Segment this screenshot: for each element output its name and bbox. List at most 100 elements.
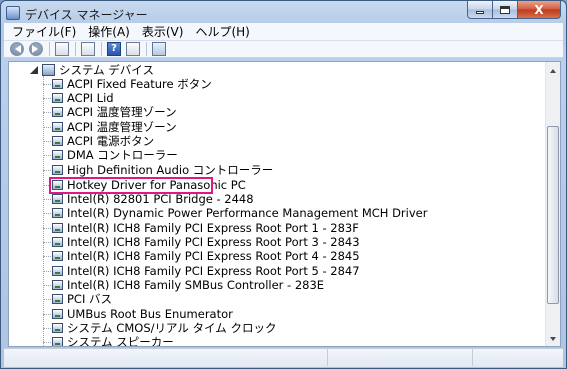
title-bar[interactable]: デバイス マネージャー X	[1, 1, 566, 25]
device-icon	[52, 93, 63, 103]
view-icon[interactable]	[81, 42, 95, 56]
system-devices-icon	[42, 64, 55, 76]
tree-branch-line	[43, 314, 51, 315]
tree-item[interactable]: ACPI 温度管理ゾーン	[9, 105, 546, 119]
update-driver-icon[interactable]	[126, 42, 140, 56]
device-icon	[52, 79, 63, 89]
toolbar-separator	[146, 42, 147, 56]
device-icon	[52, 136, 63, 146]
tree-branch-line	[43, 155, 51, 156]
tree-item-label: Intel(R) ICH8 Family SMBus Controller - …	[67, 278, 325, 292]
tree-item[interactable]: UMBus Root Bus Enumerator	[9, 307, 546, 321]
menu-bar: ファイル(F) 操作(A) 表示(V) ヘルプ(H)	[4, 23, 563, 41]
maximize-icon	[500, 5, 510, 14]
device-icon	[52, 150, 63, 160]
tree-node-label: システム デバイス	[59, 63, 154, 77]
device-icon	[52, 208, 63, 218]
tree-item-label: Intel(R) ICH8 Family PCI Express Root Po…	[67, 264, 360, 278]
tree-item[interactable]: Intel(R) ICH8 Family PCI Express Root Po…	[9, 235, 546, 249]
menu-file[interactable]: ファイル(F)	[4, 23, 82, 40]
status-pane	[328, 349, 473, 366]
tree-item[interactable]: Intel(R) ICH8 Family SMBus Controller - …	[9, 278, 546, 292]
device-icon	[52, 266, 63, 276]
device-icon	[52, 237, 63, 247]
device-icon	[52, 280, 63, 290]
tree-node-system-devices[interactable]: システム デバイス	[9, 63, 546, 77]
menu-view[interactable]: 表示(V)	[136, 23, 190, 40]
status-pane	[473, 349, 563, 366]
device-icon	[52, 107, 63, 117]
scroll-down-icon[interactable]	[547, 331, 560, 345]
vertical-scrollbar[interactable]	[545, 62, 560, 346]
tree-branch-line	[43, 213, 51, 214]
tree-item-label: Intel(R) ICH8 Family PCI Express Root Po…	[67, 249, 360, 263]
toolbar-separator	[49, 42, 50, 56]
close-button[interactable]: X	[518, 1, 561, 19]
tree-item[interactable]: ACPI 電源ボタン	[9, 134, 546, 148]
menu-help[interactable]: ヘルプ(H)	[189, 23, 255, 40]
tree-item-label: Intel(R) ICH8 Family PCI Express Root Po…	[67, 221, 359, 235]
tree-item[interactable]: Intel(R) Dynamic Power Performance Manag…	[9, 206, 546, 220]
tree-item[interactable]: ACPI 温度管理ゾーン	[9, 120, 546, 134]
tree-item[interactable]: Intel(R) ICH8 Family PCI Express Root Po…	[9, 221, 546, 235]
device-icon	[52, 251, 63, 261]
tree-item[interactable]: Intel(R) 82801 PCI Bridge - 2448	[9, 192, 546, 206]
tree-item[interactable]: システム CMOS/リアル タイム クロック	[9, 321, 546, 335]
tree-branch-line	[43, 98, 51, 99]
tree-branch-line	[43, 271, 51, 272]
device-icon	[52, 337, 63, 346]
highlight-box	[49, 177, 213, 194]
properties-icon[interactable]	[55, 42, 69, 56]
tree-item[interactable]: High Definition Audio コントローラー	[9, 163, 546, 177]
maximize-button[interactable]	[493, 1, 518, 19]
collapse-arrow-icon[interactable]	[30, 66, 38, 74]
tree-item[interactable]: ACPI Lid	[9, 91, 546, 105]
toolbar-separator	[75, 42, 76, 56]
tree-item-label: PCI バス	[67, 292, 113, 306]
back-arrow-icon[interactable]	[10, 42, 24, 56]
close-icon: X	[534, 2, 544, 17]
tree-item-label: システム スピーカー	[67, 335, 174, 347]
device-tree-panel: システム デバイス ACPI Fixed Feature ボタン ACPI Li…	[8, 61, 561, 347]
tree-branch-line	[43, 228, 51, 229]
device-tree: システム デバイス ACPI Fixed Feature ボタン ACPI Li…	[9, 62, 546, 346]
device-icon	[52, 122, 63, 132]
device-icon	[52, 323, 63, 333]
minimize-icon	[476, 11, 484, 14]
tree-branch-line	[43, 328, 51, 329]
scan-hardware-icon[interactable]	[152, 42, 166, 56]
forward-arrow-icon[interactable]	[29, 42, 43, 56]
help-icon[interactable]: ?	[107, 42, 121, 56]
tree-branch-line	[43, 342, 51, 343]
tree-item[interactable]: DMA コントローラー	[9, 148, 546, 162]
tree-item[interactable]: Intel(R) ICH8 Family PCI Express Root Po…	[9, 249, 546, 263]
device-icon	[52, 165, 63, 175]
menu-action[interactable]: 操作(A)	[82, 23, 136, 40]
tree-item-label: High Definition Audio コントローラー	[67, 163, 274, 177]
minimize-button[interactable]	[467, 1, 493, 19]
tree-item[interactable]: Intel(R) ICH8 Family PCI Express Root Po…	[9, 264, 546, 278]
tree-item-label: ACPI Fixed Feature ボタン	[67, 77, 212, 91]
scrollbar-thumb[interactable]	[547, 126, 559, 304]
tree-item-label: Intel(R) ICH8 Family PCI Express Root Po…	[67, 235, 360, 249]
device-manager-icon	[6, 6, 20, 20]
tree-item-label: Intel(R) Dynamic Power Performance Manag…	[67, 206, 428, 220]
tree-item[interactable]: ACPI Fixed Feature ボタン	[9, 77, 546, 91]
tree-branch-line	[43, 199, 51, 200]
tree-item[interactable]: システム スピーカー	[9, 335, 546, 347]
tree-item-label: DMA コントローラー	[67, 148, 178, 162]
device-manager-window: デバイス マネージャー X ファイル(F) 操作(A) 表示(V) ヘルプ(H)…	[0, 0, 567, 369]
device-icon	[52, 194, 63, 204]
tree-branch-line	[43, 256, 51, 257]
tree-branch-line	[43, 112, 51, 113]
tree-branch-line	[43, 84, 51, 85]
tree-branch-line	[43, 170, 51, 171]
scroll-up-icon[interactable]	[547, 63, 560, 77]
toolbar: ?	[4, 41, 563, 58]
tree-branch-line	[43, 285, 51, 286]
tree-branch-line	[43, 242, 51, 243]
tree-item-label: ACPI 温度管理ゾーン	[67, 120, 177, 134]
tree-item[interactable]: PCI バス	[9, 292, 546, 306]
status-pane	[4, 349, 328, 366]
device-icon	[52, 223, 63, 233]
